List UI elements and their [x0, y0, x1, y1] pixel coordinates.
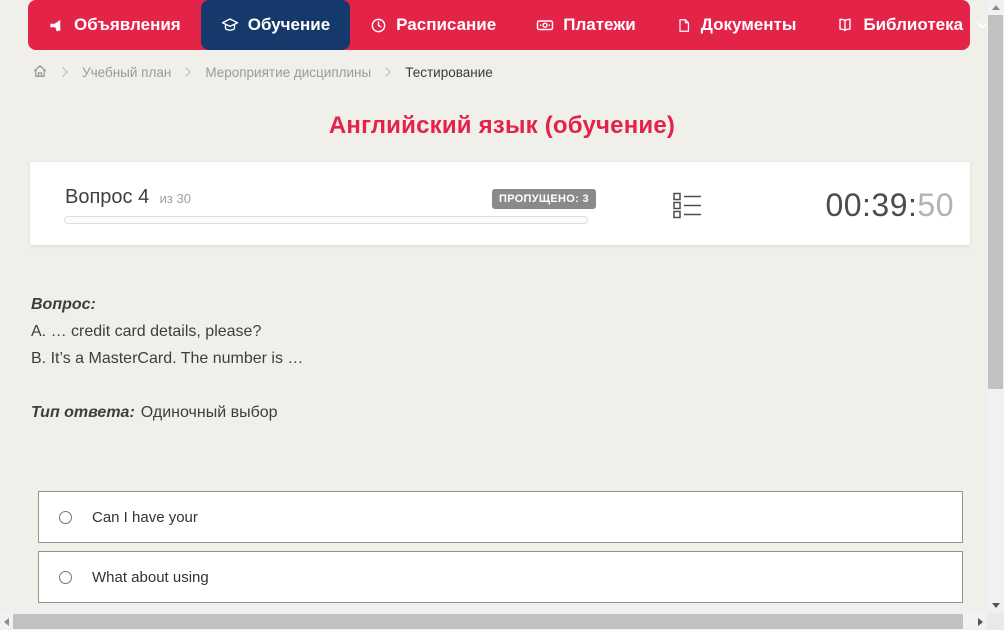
nav-tab-label: Документы — [700, 15, 797, 34]
nav-tab-label: Расписание — [396, 15, 497, 34]
megaphone-icon — [48, 17, 65, 34]
nav-tab-schedule[interactable]: Расписание — [350, 0, 516, 50]
breadcrumb-item-testing: Тестирование — [405, 64, 493, 80]
timer-hours-minutes: 00:39: — [825, 187, 918, 223]
answer-option-label: Can I have your — [92, 508, 198, 526]
question-number: Вопрос 4 — [65, 186, 150, 208]
clock-icon — [370, 17, 387, 34]
horizontal-scrollbar[interactable] — [0, 613, 987, 630]
scroll-right-arrow-icon[interactable] — [974, 613, 987, 630]
top-navigation: Объявления Обучение Расписание Платежи Д… — [28, 0, 989, 50]
scroll-up-arrow-icon[interactable] — [987, 0, 1004, 15]
answer-type-value: Одиночный выбор — [140, 404, 278, 421]
scroll-down-arrow-icon[interactable] — [987, 598, 1004, 613]
question-heading: Вопрос: — [31, 296, 96, 313]
question-total: из 30 — [159, 191, 191, 206]
document-icon — [676, 17, 692, 34]
question-counter: Вопрос 4 из 30 — [65, 186, 191, 209]
vertical-scrollbar-thumb[interactable] — [988, 15, 1003, 389]
breadcrumb-item-discipline-event[interactable]: Мероприятие дисциплины — [205, 65, 371, 80]
nav-tab-library[interactable]: Библиотека — [816, 0, 1004, 50]
home-icon[interactable] — [32, 63, 48, 82]
breadcrumb: Учебный план Мероприятие дисциплины Тест… — [32, 62, 493, 82]
question-list-icon — [672, 192, 701, 218]
nav-tab-learning[interactable]: Обучение — [200, 0, 351, 50]
skipped-badge: ПРОПУЩЕНО: 3 — [492, 189, 596, 209]
question-list-button[interactable] — [671, 191, 703, 219]
breadcrumb-separator-icon — [61, 66, 69, 78]
book-icon — [836, 16, 854, 34]
answer-option-2[interactable]: What about using — [38, 551, 963, 603]
nav-tab-label: Объявления — [74, 15, 181, 34]
question-header-card: Вопрос 4 из 30 ПРОПУЩЕНО: 3 00:39:50 — [30, 162, 970, 245]
scroll-left-arrow-icon[interactable] — [0, 613, 13, 630]
graduation-cap-icon — [221, 16, 239, 34]
radio-button[interactable] — [59, 570, 72, 584]
nav-tab-label: Библиотека — [863, 15, 964, 34]
answer-type-label: Тип ответа: — [31, 404, 135, 421]
question-progress-bar — [64, 216, 588, 224]
nav-tab-announcements[interactable]: Объявления — [28, 0, 201, 50]
answer-type-line: Тип ответа: Одиночный выбор — [31, 404, 278, 422]
scrollbar-corner — [987, 613, 1004, 630]
question-text-block: Вопрос: A. … credit card details, please… — [31, 291, 303, 372]
answer-option-1[interactable]: Can I have your — [38, 491, 963, 543]
timer: 00:39:50 — [825, 187, 954, 224]
nav-tab-payments[interactable]: Платежи — [516, 0, 656, 50]
breadcrumb-item-curriculum[interactable]: Учебный план — [82, 65, 171, 80]
answer-option-label: What about using — [92, 568, 209, 586]
vertical-scrollbar[interactable] — [987, 0, 1004, 613]
page-title: Английский язык (обучение) — [328, 112, 676, 139]
cash-icon — [536, 16, 554, 34]
timer-seconds: 50 — [917, 187, 954, 223]
nav-tab-documents[interactable]: Документы — [656, 0, 817, 50]
question-line-a: A. … credit card details, please? — [31, 323, 262, 340]
nav-tab-label: Обучение — [247, 15, 331, 34]
nav-tab-label: Платежи — [563, 15, 636, 34]
horizontal-scrollbar-thumb[interactable] — [13, 614, 963, 629]
breadcrumb-separator-icon — [184, 66, 192, 78]
radio-button[interactable] — [59, 510, 72, 524]
breadcrumb-separator-icon — [384, 66, 392, 78]
question-line-b: B. It’s a MasterCard. The number is … — [31, 350, 304, 367]
